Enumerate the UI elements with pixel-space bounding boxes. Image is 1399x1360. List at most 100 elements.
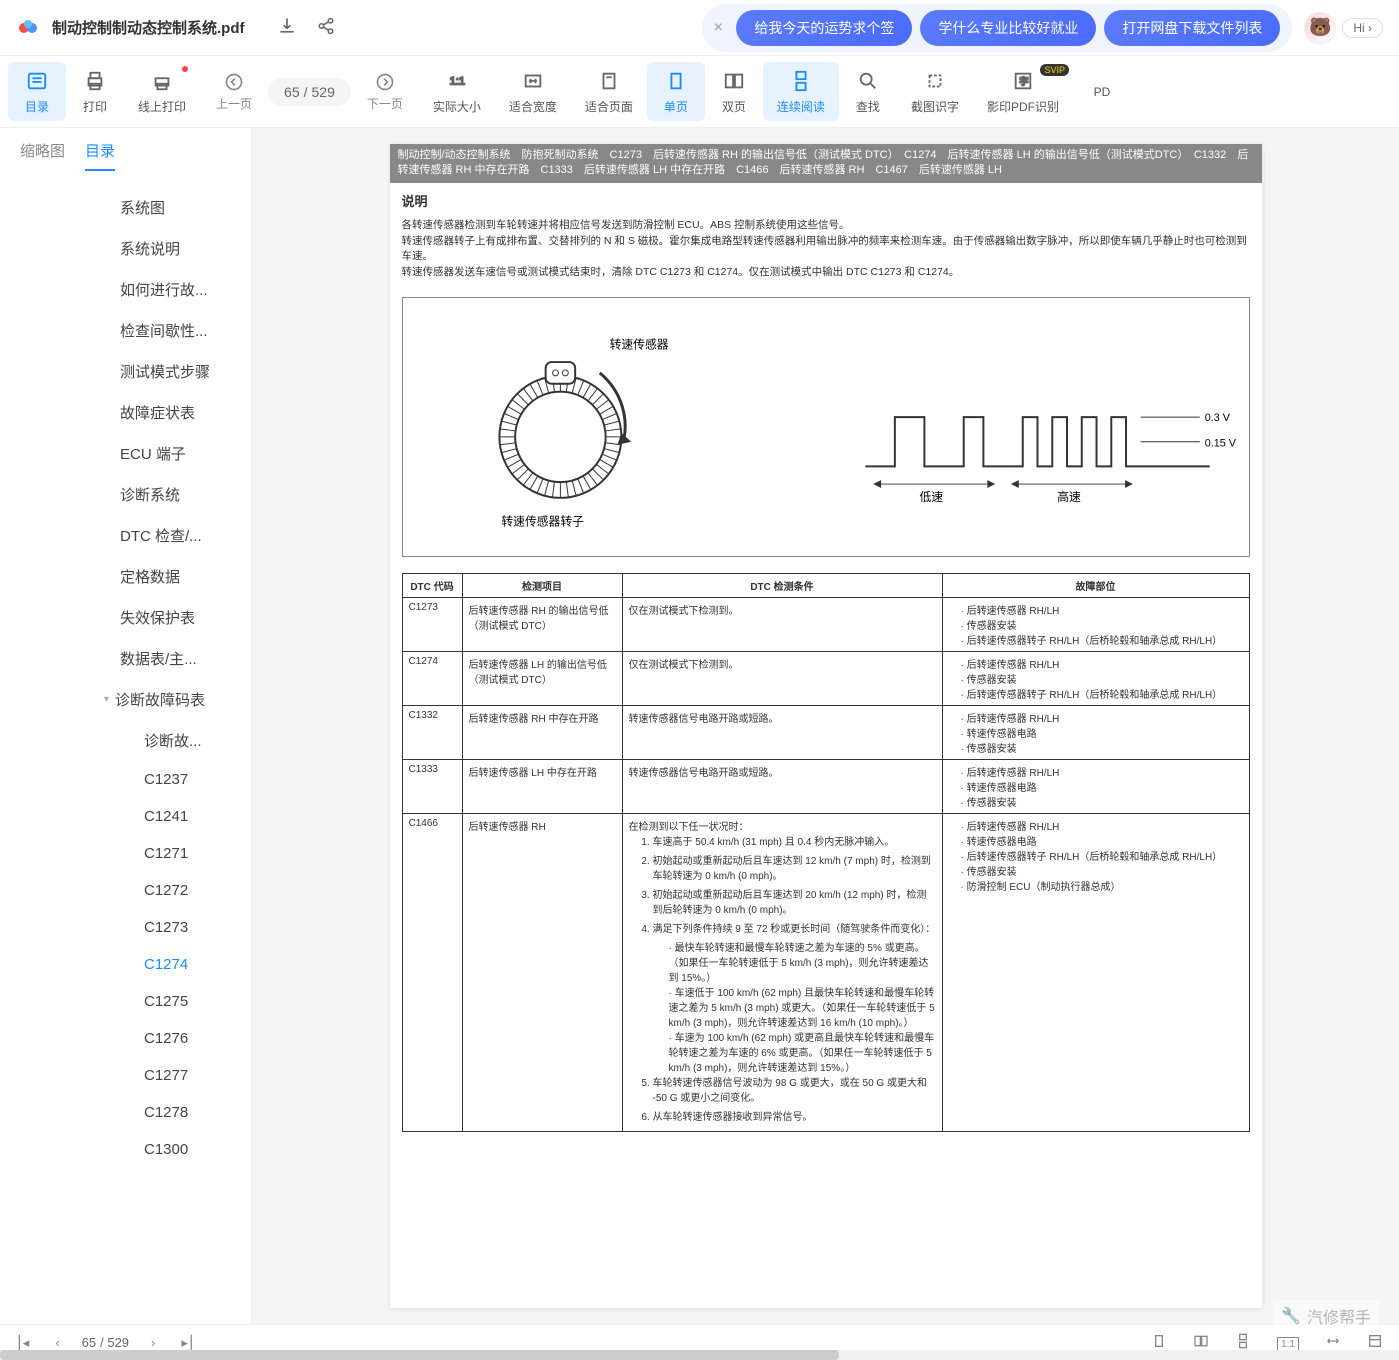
svg-text:字: 字 [1019, 76, 1028, 87]
prev-page-button[interactable]: 上一页 [208, 68, 260, 116]
toc-item[interactable]: 数据表/主... [0, 638, 251, 679]
notification-dot [182, 66, 188, 72]
single-page-icon [665, 68, 687, 94]
pdf-viewport[interactable]: 制动控制/动态控制系统 防抱死制动系统 C1273 后转速传感器 RH 的输出信… [252, 128, 1399, 1324]
tool-toc[interactable]: 目录 [8, 62, 66, 121]
search-icon [857, 68, 879, 94]
toc-item[interactable]: C1273 [0, 909, 251, 946]
wrench-icon: 🔧 [1281, 1306, 1301, 1326]
crop-icon [924, 68, 946, 94]
suggest-chip-3[interactable]: 打开网盘下载文件列表 [1104, 10, 1280, 46]
tool-fit-width[interactable]: 适合宽度 [495, 62, 571, 121]
toolbar: 目录 打印 线上打印 上一页 65 / 529 下一页 1:1 实际大小 适合宽… [0, 56, 1399, 128]
toc-item[interactable]: C1272 [0, 872, 251, 909]
toc-item[interactable]: 诊断系统 [0, 474, 251, 515]
svg-text:0.15 V: 0.15 V [1204, 437, 1236, 449]
table-row: C1332后转速传感器 RH 中存在开路转速传感器信号电路开路或短路。后转速传感… [402, 705, 1249, 759]
toc-item[interactable]: 系统说明 [0, 228, 251, 269]
toc-item[interactable]: C1274 [0, 946, 251, 983]
tool-fit-page[interactable]: 适合页面 [571, 62, 647, 121]
sidebar: 缩略图 目录 系统图系统说明如何进行故...检查间歇性...测试模式步骤故障症状… [0, 128, 252, 1324]
toc-item[interactable]: 诊断故... [0, 720, 251, 761]
tool-online-print[interactable]: 线上打印 [124, 62, 200, 121]
th-code: DTC 代码 [402, 573, 462, 597]
th-cond: DTC 检测条件 [622, 573, 942, 597]
toc-item[interactable]: C1300 [0, 1131, 251, 1168]
toc-item[interactable]: 定格数据 [0, 556, 251, 597]
avatar-box[interactable]: 🐻 Hi › [1304, 12, 1383, 44]
share-icon[interactable] [317, 17, 335, 38]
tab-thumbnail[interactable]: 缩略图 [20, 140, 65, 171]
rotor-label: 转速传感器转子 [501, 514, 584, 528]
toc-item[interactable]: 失效保护表 [0, 597, 251, 638]
toc-item[interactable]: 如何进行故... [0, 269, 251, 310]
tool-ocr[interactable]: SVIP 字 影印PDF识别 [973, 62, 1073, 121]
suggest-chip-2[interactable]: 学什么专业比较好就业 [920, 10, 1096, 46]
th-fault: 故障部位 [942, 573, 1249, 597]
svg-text:高速: 高速 [1057, 490, 1081, 504]
toc-item[interactable]: C1237 [0, 761, 251, 798]
svg-text:1:1: 1:1 [450, 76, 465, 88]
tool-pdf[interactable]: PD [1073, 79, 1131, 105]
printer-icon [84, 68, 106, 94]
tool-continuous[interactable]: 连续阅读 [763, 62, 839, 121]
app-logo[interactable] [16, 16, 40, 40]
file-title: 制动控制制动态控制系统.pdf [52, 17, 245, 38]
horizontal-scrollbar[interactable] [0, 1350, 1399, 1360]
tool-screenshot[interactable]: 截图识字 [897, 62, 973, 121]
sidebar-tabs: 缩略图 目录 [0, 128, 251, 183]
toc-item[interactable]: C1277 [0, 1057, 251, 1094]
toc-item[interactable]: 诊断故障码表 [0, 679, 251, 720]
tool-double-page[interactable]: 双页 [705, 62, 763, 121]
tool-print[interactable]: 打印 [66, 62, 124, 121]
sensor-label: 转速传感器 [609, 337, 668, 351]
toc-item[interactable]: C1275 [0, 983, 251, 1020]
avatar: 🐻 [1304, 12, 1336, 44]
toc-list[interactable]: 系统图系统说明如何进行故...检查间歇性...测试模式步骤故障症状表ECU 端子… [0, 183, 251, 1324]
toc-item[interactable]: DTC 检查/... [0, 515, 251, 556]
watermark: 🔧 汽修帮手 [1273, 1300, 1379, 1332]
toc-item[interactable]: ECU 端子 [0, 433, 251, 474]
list-icon [26, 68, 48, 94]
table-row: C1273后转速传感器 RH 的输出信号低（测试模式 DTC）仅在测试模式下检测… [402, 597, 1249, 651]
table-row: C1274后转速传感器 LH 的输出信号低（测试模式 DTC）仅在测试模式下检测… [402, 651, 1249, 705]
suggestion-bar: × 给我今天的运势求个签 学什么专业比较好就业 打开网盘下载文件列表 [702, 4, 1292, 52]
double-page-icon [723, 68, 745, 94]
toc-item[interactable]: 故障症状表 [0, 392, 251, 433]
hi-badge: Hi › [1342, 18, 1383, 38]
sensor-diagram: 转速传感器 转速传感器转子 0.3 V 0.15 V 低速 高速 [402, 297, 1250, 557]
tab-toc[interactable]: 目录 [85, 140, 115, 171]
page-header-band: 制动控制/动态控制系统 防抱死制动系统 C1273 后转速传感器 RH 的输出信… [390, 144, 1262, 183]
table-row: C1333后转速传感器 LH 中存在开路转速传感器信号电路开路或短路。后转速传感… [402, 759, 1249, 813]
toc-item[interactable]: C1276 [0, 1020, 251, 1057]
page-input[interactable]: 65 / 529 [268, 78, 351, 106]
toc-item[interactable]: 检查间歇性... [0, 310, 251, 351]
cloud-print-icon [151, 68, 173, 94]
suggest-chip-1[interactable]: 给我今天的运势求个签 [736, 10, 912, 46]
tool-find[interactable]: 查找 [839, 62, 897, 121]
toc-item[interactable]: 测试模式步骤 [0, 351, 251, 392]
fit-width-icon [522, 68, 544, 94]
download-icon[interactable] [277, 16, 297, 39]
app-header: 制动控制制动态控制系统.pdf × 给我今天的运势求个签 学什么专业比较好就业 … [0, 0, 1399, 56]
toc-item[interactable]: 系统图 [0, 187, 251, 228]
next-page-button[interactable]: 下一页 [359, 68, 411, 116]
chevron-left-icon [224, 72, 244, 95]
fit-page-icon [598, 68, 620, 94]
section-title: 说明 [390, 183, 1262, 218]
tool-actual-size[interactable]: 1:1 实际大小 [419, 62, 495, 121]
toc-item[interactable]: C1271 [0, 835, 251, 872]
toc-item[interactable]: C1278 [0, 1094, 251, 1131]
close-icon[interactable]: × [708, 18, 728, 38]
dtc-table: DTC 代码 检测项目 DTC 检测条件 故障部位 C1273后转速传感器 RH… [402, 573, 1250, 1132]
tool-single-page[interactable]: 单页 [647, 62, 705, 121]
ocr-icon: 字 [1012, 68, 1034, 94]
svg-text:低速: 低速 [919, 490, 943, 504]
footer-page-total: / 529 [100, 1335, 129, 1350]
continuous-icon [790, 68, 812, 94]
body-text: 各转速传感器检测到车轮转速并将相应信号发送到防滑控制 ECU。ABS 控制系统使… [390, 218, 1262, 289]
svip-badge: SVIP [1040, 64, 1069, 76]
ratio-icon: 1:1 [446, 68, 468, 94]
toc-item[interactable]: C1241 [0, 798, 251, 835]
th-item: 检测项目 [462, 573, 622, 597]
